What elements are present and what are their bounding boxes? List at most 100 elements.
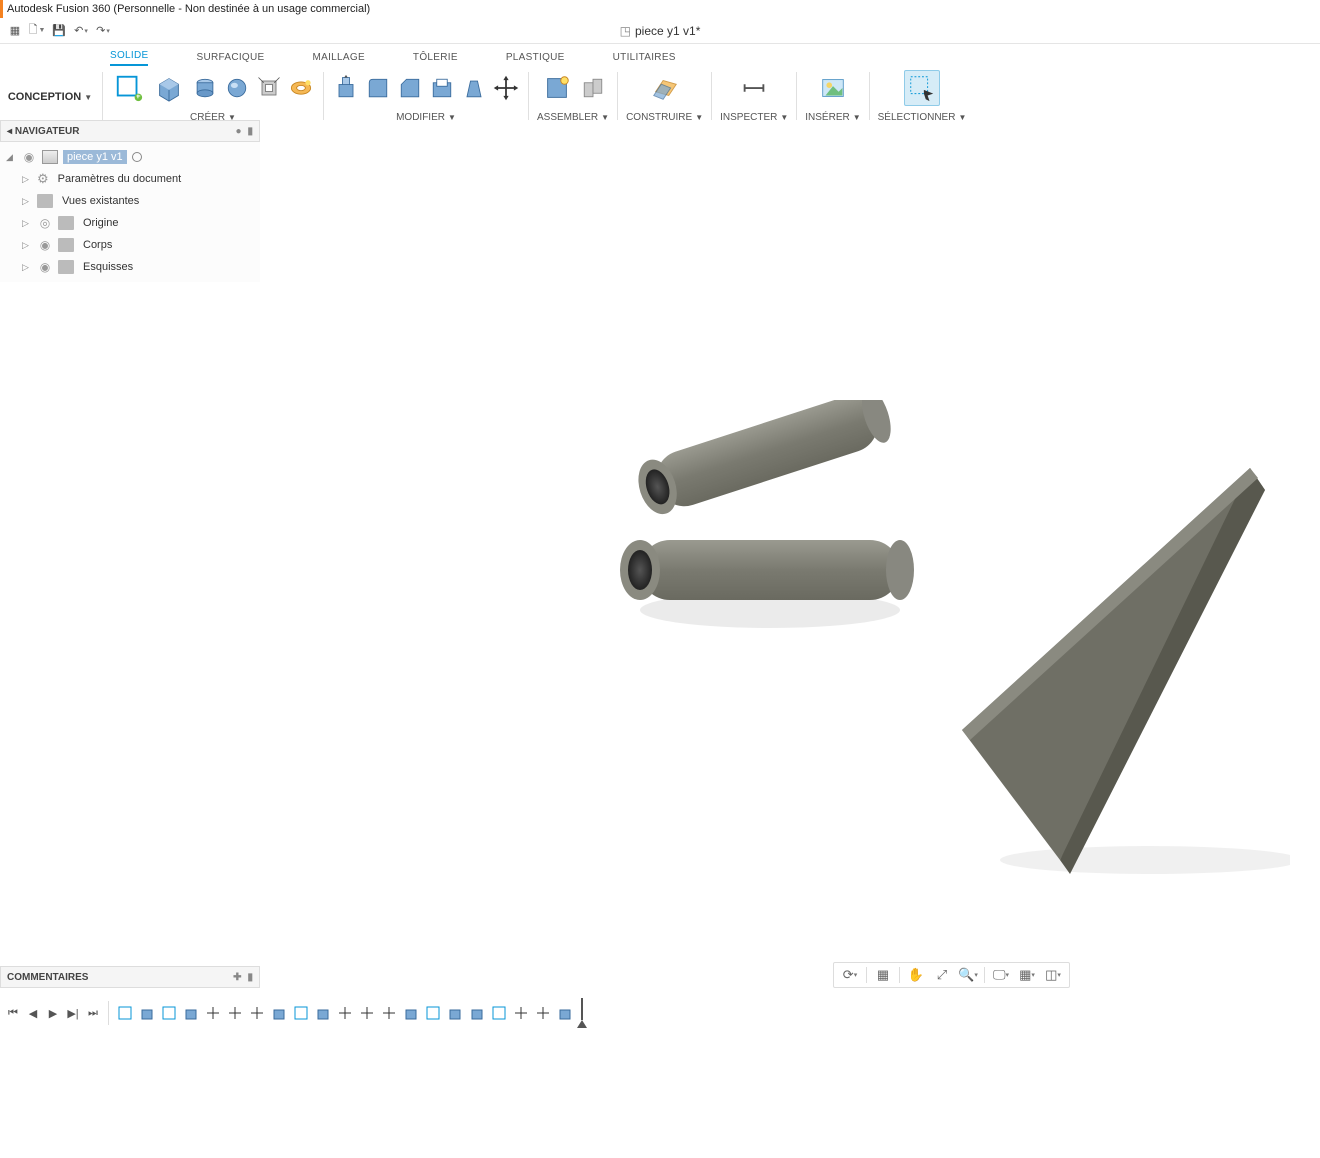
expand-icon[interactable]: ▷: [22, 174, 32, 185]
pan-icon[interactable]: ✋: [904, 965, 928, 985]
tab-tolerie[interactable]: TÔLERIE: [413, 52, 458, 66]
timeline-play-icon[interactable]: ▶: [44, 1004, 62, 1022]
orbit-icon[interactable]: ⟳▾: [838, 965, 862, 985]
timeline-feature-sketch[interactable]: [159, 1003, 179, 1023]
timeline-feature-extrude[interactable]: [313, 1003, 333, 1023]
workspace-switcher[interactable]: CONCEPTION▼: [0, 66, 100, 128]
coil-icon[interactable]: [287, 74, 315, 102]
box-icon[interactable]: [151, 70, 187, 106]
timeline: ⏮ ◀ ▶ ▶| ⏭: [0, 993, 1320, 1033]
timeline-feature-move[interactable]: [357, 1003, 377, 1023]
browser-header[interactable]: ◂ NAVIGATEUR ●▮: [0, 120, 260, 142]
timeline-feature-move[interactable]: [511, 1003, 531, 1023]
timeline-feature-sketch[interactable]: [489, 1003, 509, 1023]
visibility-icon[interactable]: ◉: [37, 260, 53, 274]
redo-icon[interactable]: ↷▾: [92, 21, 114, 41]
expand-icon[interactable]: ▷: [22, 218, 32, 229]
navigation-bar: ⟳▾ ▦ ✋ ⤢ 🔍▾ 🖵▾ ▦▾ ◫▾: [833, 962, 1070, 988]
timeline-forward-icon[interactable]: ▶|: [64, 1004, 82, 1022]
expand-icon[interactable]: ▷: [22, 196, 32, 207]
timeline-feature-extrude[interactable]: [181, 1003, 201, 1023]
tab-solide[interactable]: SOLIDE: [110, 50, 148, 66]
plane-icon[interactable]: [647, 70, 683, 106]
grid-settings-icon[interactable]: ▦▾: [1015, 965, 1039, 985]
tree-item-document-settings[interactable]: ▷ ⚙ Paramètres du document: [2, 168, 258, 190]
draft-icon[interactable]: [460, 74, 488, 102]
timeline-feature-extrude[interactable]: [467, 1003, 487, 1023]
sketch-icon[interactable]: [111, 70, 147, 106]
fit-icon[interactable]: 🔍▾: [956, 965, 980, 985]
comments-panel[interactable]: COMMENTAIRES ✚▮: [0, 966, 260, 988]
sphere-icon[interactable]: [223, 74, 251, 102]
save-icon[interactable]: 💾: [48, 21, 70, 41]
viewport-layout-icon[interactable]: ◫▾: [1041, 965, 1065, 985]
tree-item-origin[interactable]: ▷ ◎ Origine: [2, 212, 258, 234]
timeline-feature-move[interactable]: [203, 1003, 223, 1023]
timeline-feature-extrude[interactable]: [137, 1003, 157, 1023]
document-tab[interactable]: ◳ piece y1 v1*: [620, 24, 701, 38]
timeline-feature-move[interactable]: [335, 1003, 355, 1023]
browser-settings-icon[interactable]: ●: [235, 126, 241, 137]
tab-surfacique[interactable]: SURFACIQUE: [196, 52, 264, 66]
shell-icon[interactable]: [428, 74, 456, 102]
chamfer-icon[interactable]: [396, 74, 424, 102]
visibility-icon[interactable]: ◉: [21, 150, 37, 164]
document-name: piece y1 v1*: [635, 24, 700, 38]
file-new-icon[interactable]: 🗋▼: [26, 21, 48, 41]
zoom-icon[interactable]: ⤢: [930, 965, 954, 985]
as-built-joint-icon[interactable]: [579, 74, 607, 102]
comments-expand-icon[interactable]: ▮: [247, 972, 253, 983]
tab-utilitaires[interactable]: UTILITAIRES: [613, 52, 676, 66]
visibility-icon[interactable]: ◎: [37, 216, 53, 230]
display-settings-icon[interactable]: 🖵▾: [989, 965, 1013, 985]
measure-icon[interactable]: [736, 70, 772, 106]
move-icon[interactable]: [492, 74, 520, 102]
timeline-feature-extrude[interactable]: [269, 1003, 289, 1023]
timeline-feature-move[interactable]: [247, 1003, 267, 1023]
joint-icon[interactable]: [539, 70, 575, 106]
timeline-feature-extrude[interactable]: [445, 1003, 465, 1023]
timeline-feature-move[interactable]: [225, 1003, 245, 1023]
viewport-3d[interactable]: [260, 120, 1320, 958]
browser-tree: ◢ ◉ piece y1 v1 ▷ ⚙ Paramètres du docume…: [0, 142, 260, 282]
cube-icon: ◳: [620, 24, 631, 38]
app-title: Autodesk Fusion 360 (Personnelle - Non d…: [7, 3, 370, 15]
timeline-feature-extrude[interactable]: [555, 1003, 575, 1023]
tree-item-bodies[interactable]: ▷ ◉ Corps: [2, 234, 258, 256]
fillet-icon[interactable]: [364, 74, 392, 102]
look-at-icon[interactable]: ▦: [871, 965, 895, 985]
expand-icon[interactable]: ▷: [22, 240, 32, 251]
comments-add-icon[interactable]: ✚: [233, 972, 241, 983]
tree-item-named-views[interactable]: ▷ Vues existantes: [2, 190, 258, 212]
tree-item-sketches[interactable]: ▷ ◉ Esquisses: [2, 256, 258, 278]
timeline-marker[interactable]: [577, 1000, 587, 1026]
activate-radio[interactable]: [132, 152, 142, 162]
cylinder-icon[interactable]: [191, 74, 219, 102]
visibility-icon[interactable]: ◉: [37, 238, 53, 252]
tree-root[interactable]: ◢ ◉ piece y1 v1: [2, 146, 258, 168]
timeline-end-icon[interactable]: ⏭: [84, 1004, 102, 1022]
browser-collapse-icon[interactable]: ▮: [247, 126, 253, 137]
timeline-feature-sketch[interactable]: [115, 1003, 135, 1023]
timeline-start-icon[interactable]: ⏮: [4, 1004, 22, 1022]
timeline-feature-sketch[interactable]: [423, 1003, 443, 1023]
select-tool-icon[interactable]: [904, 70, 940, 106]
ribbon-tabs: SOLIDE SURFACIQUE MAILLAGE TÔLERIE PLAST…: [0, 44, 1320, 66]
timeline-back-icon[interactable]: ◀: [24, 1004, 42, 1022]
tree-label: Origine: [79, 216, 122, 230]
app-menu-icon[interactable]: ▦: [4, 21, 26, 41]
undo-icon[interactable]: ↶▾: [70, 21, 92, 41]
folder-icon: [58, 260, 74, 274]
press-pull-icon[interactable]: [332, 74, 360, 102]
timeline-feature-move[interactable]: [379, 1003, 399, 1023]
timeline-feature-extrude[interactable]: [401, 1003, 421, 1023]
torus-icon[interactable]: [255, 74, 283, 102]
tab-plastique[interactable]: PLASTIQUE: [506, 52, 565, 66]
tab-maillage[interactable]: MAILLAGE: [313, 52, 365, 66]
insert-image-icon[interactable]: [815, 70, 851, 106]
timeline-feature-sketch[interactable]: [291, 1003, 311, 1023]
expand-icon[interactable]: ▷: [22, 262, 32, 273]
folder-icon: [37, 194, 53, 208]
expand-icon[interactable]: ◢: [6, 152, 16, 163]
timeline-feature-move[interactable]: [533, 1003, 553, 1023]
